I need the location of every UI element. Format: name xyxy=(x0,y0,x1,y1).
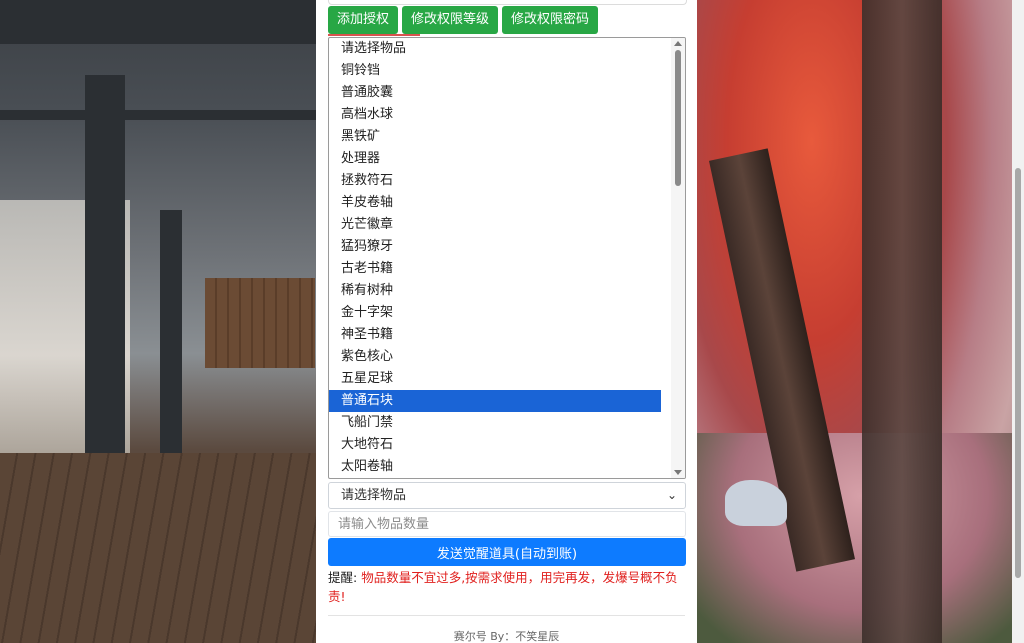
background-floor xyxy=(0,453,316,643)
background-beam xyxy=(0,110,316,120)
panel-top-edge xyxy=(328,0,687,5)
background-room xyxy=(205,278,315,368)
list-item[interactable]: 猛犸獠牙 xyxy=(329,236,661,258)
list-item[interactable]: 飞船门禁 xyxy=(329,412,661,434)
modify-password-button[interactable]: 修改权限密码 xyxy=(502,6,599,34)
background-roof xyxy=(0,0,316,44)
background-ground xyxy=(697,433,1024,643)
list-item[interactable]: 神圣书籍 xyxy=(329,324,661,346)
notice-label: 提醒: xyxy=(328,570,358,585)
focus-underline xyxy=(328,34,420,36)
item-list: 请选择物品 铜铃铛 普通胶囊 高档水球 黑铁矿 处理器 拯救符石 羊皮卷轴 光芒徽章 猛犸獠牙 古老… xyxy=(329,38,685,478)
list-item[interactable]: 拯救符石 xyxy=(329,170,661,192)
background-left-scenery xyxy=(0,0,316,643)
notice: 提醒: 物品数量不宜过多,按需求使用，用完再发，发爆号概不负责! xyxy=(328,568,686,606)
list-item[interactable]: 稀有树种 xyxy=(329,280,661,302)
footer-credit: 赛尔号 By：不笑星辰 xyxy=(453,630,560,643)
list-item[interactable]: 五星足球 xyxy=(329,368,661,390)
quantity-input[interactable] xyxy=(328,511,686,537)
background-pillar-right xyxy=(862,0,942,643)
list-item[interactable]: 光芒徽章 xyxy=(329,214,661,236)
list-item[interactable]: 紫色核心 xyxy=(329,346,661,368)
list-item[interactable]: 普通石块 xyxy=(329,390,661,412)
send-item-button[interactable]: 发送觉醒道具(自动到账) xyxy=(328,538,686,566)
list-item[interactable]: 金十字架 xyxy=(329,302,661,324)
list-item[interactable]: 古老书籍 xyxy=(329,258,661,280)
modify-level-button[interactable]: 修改权限等级 xyxy=(402,6,499,34)
list-item[interactable]: 黑铁矿 xyxy=(329,126,661,148)
scroll-down-arrow-icon[interactable] xyxy=(674,470,682,475)
list-item[interactable]: 普通胶囊 xyxy=(329,82,661,104)
list-item[interactable]: 太阳卷轴 xyxy=(329,456,661,478)
background-right-scenery xyxy=(697,0,1024,643)
page-scrollbar[interactable] xyxy=(1012,0,1024,643)
item-select-value: 请选择物品 xyxy=(341,488,407,503)
listbox-scrollbar[interactable] xyxy=(671,38,685,478)
list-item[interactable]: 大地符石 xyxy=(329,434,661,456)
add-auth-button[interactable]: 添加授权 xyxy=(328,6,399,34)
list-item[interactable]: 铜铃铛 xyxy=(329,60,661,82)
list-item[interactable]: 处理器 xyxy=(329,148,661,170)
list-item[interactable]: 高档水球 xyxy=(329,104,661,126)
item-listbox[interactable]: 请选择物品 铜铃铛 普通胶囊 高档水球 黑铁矿 处理器 拯救符石 羊皮卷轴 光芒徽章 猛犸獠牙 古老… xyxy=(328,37,686,479)
chevron-down-icon: ⌄ xyxy=(666,488,677,502)
page-scrollbar-thumb[interactable] xyxy=(1015,168,1021,578)
toolbar: 添加授权 修改权限等级 修改权限密码 xyxy=(328,6,599,34)
scroll-up-arrow-icon[interactable] xyxy=(674,41,682,46)
divider xyxy=(328,615,685,616)
main-panel: 添加授权 修改权限等级 修改权限密码 请选择物品 铜铃铛 普通胶囊 高档水球 黑铁矿 处理… xyxy=(316,0,697,643)
list-item[interactable]: 请选择物品 xyxy=(329,38,661,60)
notice-text: 物品数量不宜过多,按需求使用，用完再发，发爆号概不负责! xyxy=(328,570,678,604)
list-item[interactable]: 羊皮卷轴 xyxy=(329,192,661,214)
item-select[interactable]: 请选择物品 ⌄ xyxy=(328,482,686,509)
listbox-scrollbar-thumb[interactable] xyxy=(675,50,681,186)
